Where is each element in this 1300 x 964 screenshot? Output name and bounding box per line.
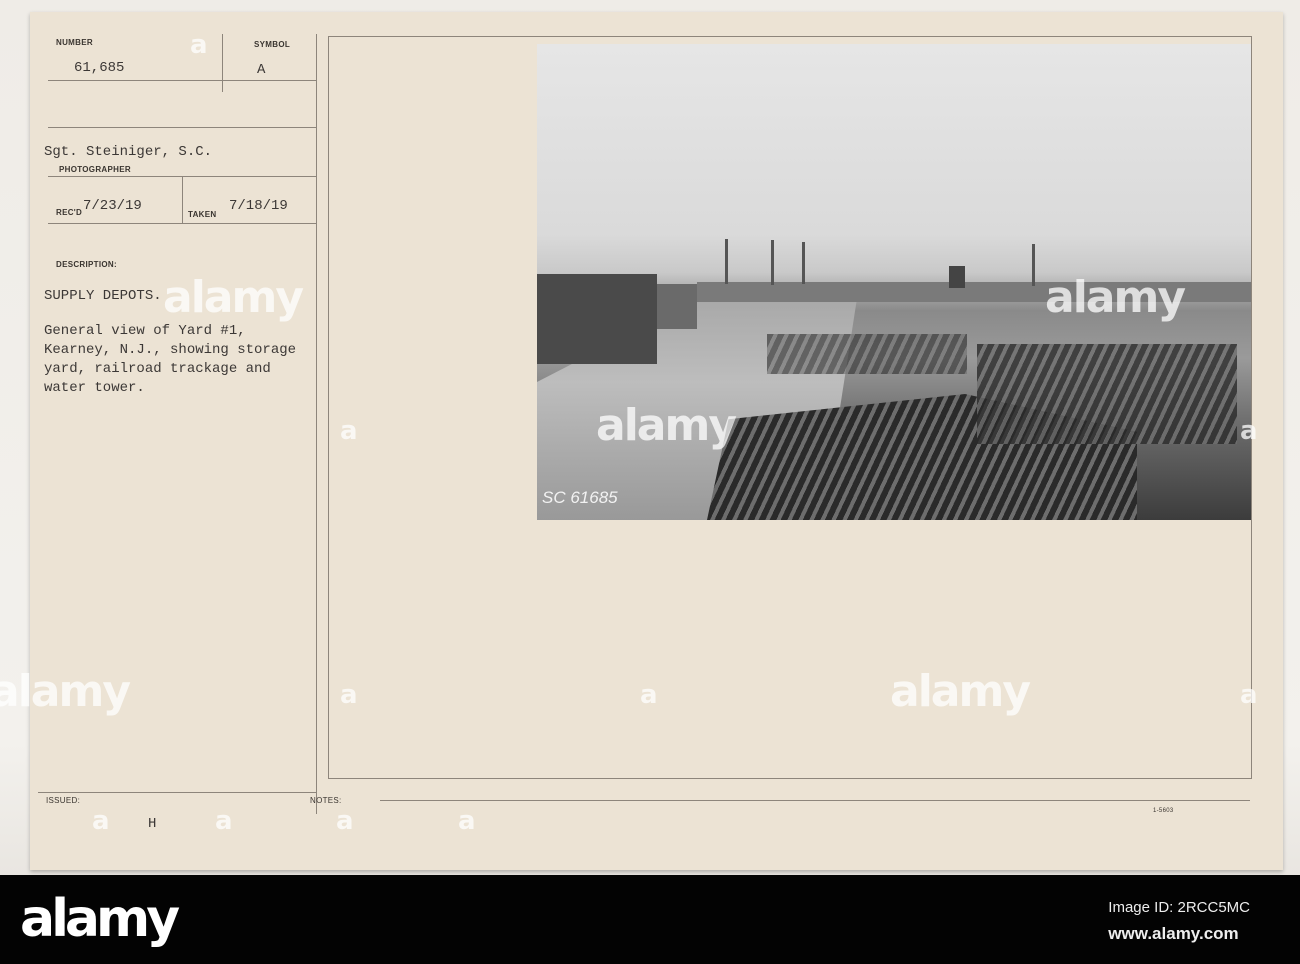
smokestack (802, 242, 805, 284)
watermark-a: a (340, 680, 358, 710)
site-url[interactable]: www.alamy.com (1108, 924, 1250, 944)
divider (182, 176, 183, 223)
crate-stacks (977, 344, 1237, 444)
watermark: alamy (596, 400, 737, 451)
watermark-a: a (336, 806, 354, 836)
water-tower (949, 266, 965, 288)
smokestack (771, 240, 774, 285)
watermark-a: a (340, 416, 358, 446)
warehouse (537, 274, 657, 364)
symbol-value: A (257, 62, 266, 78)
watermark-a: a (92, 806, 110, 836)
smokestack (725, 239, 728, 284)
watermark: alamy (890, 666, 1031, 717)
divider (48, 223, 316, 224)
notes-label: NOTES: (310, 796, 342, 805)
warehouse (657, 284, 697, 329)
lumber-stacks (767, 334, 967, 374)
negative-number: SC 61685 (542, 488, 618, 507)
recd-value: 7/23/19 (83, 198, 142, 214)
symbol-label: SYMBOL (254, 40, 291, 49)
alamy-logo: alamy (20, 889, 180, 949)
watermark-a: a (215, 806, 233, 836)
description-line: Kearney, N.J., showing storage (44, 342, 297, 358)
photographer-value: Sgt. Steiniger, S.C. (44, 144, 213, 160)
issued-value: H (148, 816, 157, 832)
divider (48, 80, 316, 81)
description-line: water tower. (44, 380, 145, 396)
smokestack (1032, 244, 1035, 286)
watermark: alamy (0, 666, 131, 717)
photographer-label: PHOTOGRAPHER (59, 165, 131, 174)
description-line: yard, railroad trackage and (44, 361, 271, 377)
watermark-a: a (458, 806, 476, 836)
divider (380, 800, 1250, 801)
taken-label: TAKEN (188, 210, 217, 219)
divider (316, 34, 317, 814)
description-label: DESCRIPTION: (56, 260, 117, 269)
divider (48, 127, 316, 128)
description-line: General view of Yard #1, (44, 323, 246, 339)
watermark-a: a (1240, 680, 1258, 710)
issued-label: ISSUED: (46, 796, 81, 805)
form-number: 1-5603 (1153, 808, 1174, 814)
image-id: Image ID: 2RCC5MC (1108, 899, 1250, 916)
recd-label: REC'D (56, 208, 83, 217)
watermark: alamy (163, 272, 304, 323)
description-title: SUPPLY DEPOTS. (44, 288, 162, 304)
watermark: alamy (1045, 272, 1186, 323)
watermark-a: a (190, 30, 208, 60)
divider (222, 34, 223, 92)
taken-value: 7/18/19 (229, 198, 288, 214)
watermark-a: a (1240, 416, 1258, 446)
number-label: NUMBER (56, 38, 93, 47)
footer-bar: alamy Image ID: 2RCC5MC www.alamy.com (0, 875, 1300, 964)
watermark-a: a (640, 680, 658, 710)
number-value: 61,685 (74, 60, 125, 76)
divider (38, 792, 316, 793)
